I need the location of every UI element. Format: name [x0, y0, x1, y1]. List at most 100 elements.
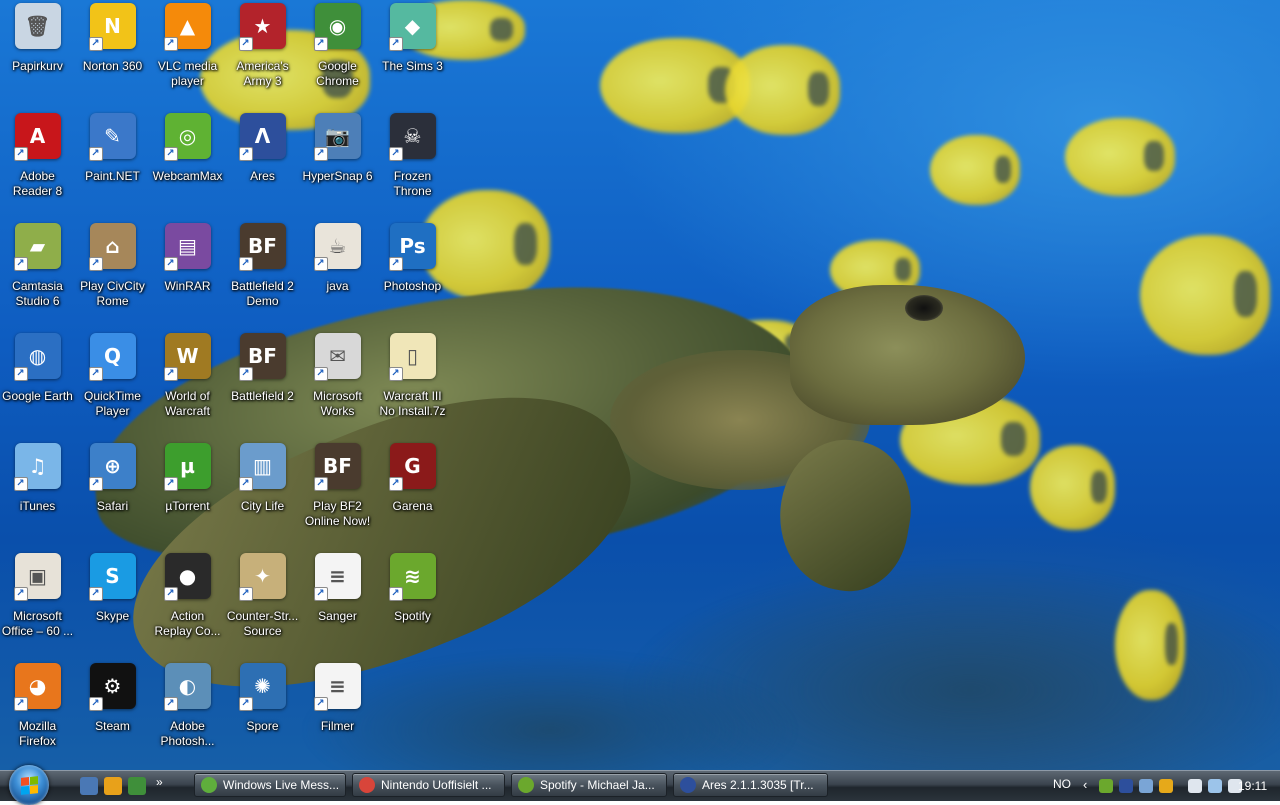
desktop-shortcut[interactable]: 🗑 Papirkurv: [0, 0, 75, 108]
device-icon[interactable]: [1188, 779, 1202, 793]
desktop-shortcut[interactable]: 📷 ↗ HyperSnap 6: [300, 110, 375, 218]
desktop-shortcut[interactable]: Λ ↗ Ares: [225, 110, 300, 218]
norton-360-icon: N ↗: [88, 3, 136, 51]
spotify-tray-icon[interactable]: [1099, 779, 1113, 793]
desktop-shortcut[interactable]: ⚙ ↗ Steam: [75, 660, 150, 768]
desktop-shortcut[interactable]: ◕ ↗ Mozilla Firefox: [0, 660, 75, 768]
shortcut-label: Skype: [95, 609, 130, 623]
desktop-shortcut[interactable]: ♫ ↗ iTunes: [0, 440, 75, 548]
shortcut-arrow-icon: ↗: [313, 367, 328, 381]
taskbar-window-label: Spotify - Michael Ja...: [540, 778, 655, 792]
ares-icon: Λ ↗: [238, 113, 286, 161]
tray-expand-icon[interactable]: ‹: [1083, 777, 1087, 792]
desktop-shortcut[interactable]: ✦ ↗ Counter-Str... Source: [225, 550, 300, 658]
shortcut-label: Google Chrome: [316, 59, 359, 88]
windows-logo-icon: [20, 775, 38, 795]
desktop-shortcut[interactable]: ▣ ↗ Microsoft Office – 60 ...: [0, 550, 75, 658]
fish-shape: [930, 135, 1020, 205]
shortcut-arrow-icon: ↗: [313, 587, 328, 601]
shortcut-label: Play CivCity Rome: [80, 279, 145, 308]
desktop-shortcut[interactable]: ◐ ↗ Adobe Photosh...: [150, 660, 225, 768]
desktop-shortcut[interactable]: ☕ ↗ java: [300, 220, 375, 328]
desktop-shortcut[interactable]: µ ↗ µTorrent: [150, 440, 225, 548]
shortcut-label: Action Replay Co...: [154, 609, 221, 638]
ares-tray-icon[interactable]: [1119, 779, 1133, 793]
desktop-shortcut[interactable]: ◍ ↗ Google Earth: [0, 330, 75, 438]
shortcut-label: Photoshop: [383, 279, 442, 293]
desktop-shortcut[interactable]: Ps ↗ Photoshop: [375, 220, 450, 328]
java-icon: ☕ ↗: [313, 223, 361, 271]
civcity-icon: ⌂ ↗: [88, 223, 136, 271]
shortcut-label: WinRAR: [164, 279, 211, 293]
desktop-shortcut[interactable]: ▰ ↗ Camtasia Studio 6: [0, 220, 75, 328]
desktop-shortcut[interactable]: ● ↗ Action Replay Co...: [150, 550, 225, 658]
desktop-shortcut[interactable]: Q ↗ QuickTime Player: [75, 330, 150, 438]
desktop-shortcut[interactable]: BF ↗ Battlefield 2 Demo: [225, 220, 300, 328]
shortcut-arrow-icon: ↗: [88, 257, 103, 271]
desktop-shortcut[interactable]: ✺ ↗ Spore: [225, 660, 300, 768]
shortcut-arrow-icon: ↗: [388, 477, 403, 491]
quicktime-icon: Q ↗: [88, 333, 136, 381]
desktop-shortcut[interactable]: W ↗ World of Warcraft: [150, 330, 225, 438]
desktop-shortcut[interactable]: ▯ ↗ Warcraft III No Install.7z: [375, 330, 450, 438]
chrome-icon: ◉ ↗: [313, 3, 361, 51]
media-player-icon[interactable]: [104, 777, 122, 795]
shortcut-label: Microsoft Office – 60 ...: [1, 609, 74, 638]
shortcut-arrow-icon: ↗: [313, 257, 328, 271]
desktop-shortcut[interactable]: BF ↗ Play BF2 Online Now!: [300, 440, 375, 548]
desktop-shortcut[interactable]: ◉ ↗ Google Chrome: [300, 0, 375, 108]
desktop-shortcut[interactable]: G ↗ Garena: [375, 440, 450, 548]
fish-shape: [1140, 235, 1270, 355]
quick-launch-expand-icon[interactable]: »: [156, 775, 163, 789]
shortcut-arrow-icon: ↗: [13, 477, 28, 491]
shortcut-label: java: [326, 279, 349, 293]
desktop-shortcut[interactable]: S ↗ Skype: [75, 550, 150, 658]
taskbar-window-button[interactable]: Spotify - Michael Ja...: [511, 773, 667, 797]
desktop-shortcut[interactable]: ◎ ↗ WebcamMax: [150, 110, 225, 218]
shortcut-arrow-icon: ↗: [388, 367, 403, 381]
desktop-shortcut[interactable]: ≋ ↗ Spotify: [375, 550, 450, 658]
desktop-shortcut[interactable]: ✉ ↗ Microsoft Works: [300, 330, 375, 438]
desktop-shortcut[interactable]: ⊕ ↗ Safari: [75, 440, 150, 548]
network-users-icon[interactable]: [1139, 779, 1153, 793]
ms-office-icon: ▣ ↗: [13, 553, 61, 601]
desktop-shortcut[interactable]: ◆ ↗ The Sims 3: [375, 0, 450, 108]
taskbar-window-button[interactable]: Ares 2.1.1.3035 [Tr...: [673, 773, 828, 797]
desktop-shortcut[interactable]: N ↗ Norton 360: [75, 0, 150, 108]
desktop-shortcut[interactable]: ★ ↗ America's Army 3: [225, 0, 300, 108]
desktop-shortcut[interactable]: ▤ ↗ WinRAR: [150, 220, 225, 328]
language-indicator[interactable]: NO: [1053, 777, 1071, 791]
taskbar-window-button[interactable]: Nintendo Uoffisielt ...: [352, 773, 505, 797]
norton-tray-icon[interactable]: [1159, 779, 1173, 793]
desktop-shortcut[interactable]: ≡ ↗ Sanger: [300, 550, 375, 658]
desktop-shortcut[interactable]: A ↗ Adobe Reader 8: [0, 110, 75, 218]
desktop-shortcut[interactable]: ▲ ↗ VLC media player: [150, 0, 225, 108]
taskbar-window-label: Nintendo Uoffisielt ...: [381, 778, 492, 792]
shortcut-label: Spotify: [394, 609, 431, 623]
shortcut-arrow-icon: ↗: [238, 587, 253, 601]
clock[interactable]: 19:11: [1238, 779, 1267, 793]
winrar-icon: ▤ ↗: [163, 223, 211, 271]
shortcut-label: Adobe Photosh...: [160, 719, 215, 748]
desktop-shortcut[interactable]: ✎ ↗ Paint.NET: [75, 110, 150, 218]
chrome-icon[interactable]: [128, 777, 146, 795]
start-button[interactable]: [9, 765, 49, 805]
desktop-shortcut[interactable]: BF ↗ Battlefield 2: [225, 330, 300, 438]
shortcut-label: Sanger: [318, 609, 357, 623]
garena-icon: G ↗: [388, 443, 436, 491]
desktop-shortcut[interactable]: ▥ ↗ City Life: [225, 440, 300, 548]
steam-icon: ⚙ ↗: [88, 663, 136, 711]
shortcut-arrow-icon: ↗: [163, 477, 178, 491]
network-icon[interactable]: [1208, 779, 1222, 793]
play-bf2-icon: BF ↗: [313, 443, 361, 491]
shortcut-label: HyperSnap 6: [302, 169, 373, 183]
show-desktop-icon[interactable]: [80, 777, 98, 795]
taskbar-window-button[interactable]: Windows Live Mess...: [194, 773, 346, 797]
desktop-shortcut[interactable]: ☠ ↗ Frozen Throne: [375, 110, 450, 218]
americas-army-icon: ★ ↗: [238, 3, 286, 51]
counter-strike-icon: ✦ ↗: [238, 553, 286, 601]
shortcut-label: Play BF2 Online Now!: [304, 499, 371, 528]
desktop-shortcut[interactable]: ≡ ↗ Filmer: [300, 660, 375, 768]
desktop-shortcut[interactable]: ⌂ ↗ Play CivCity Rome: [75, 220, 150, 328]
shortcut-label: City Life: [240, 499, 285, 513]
